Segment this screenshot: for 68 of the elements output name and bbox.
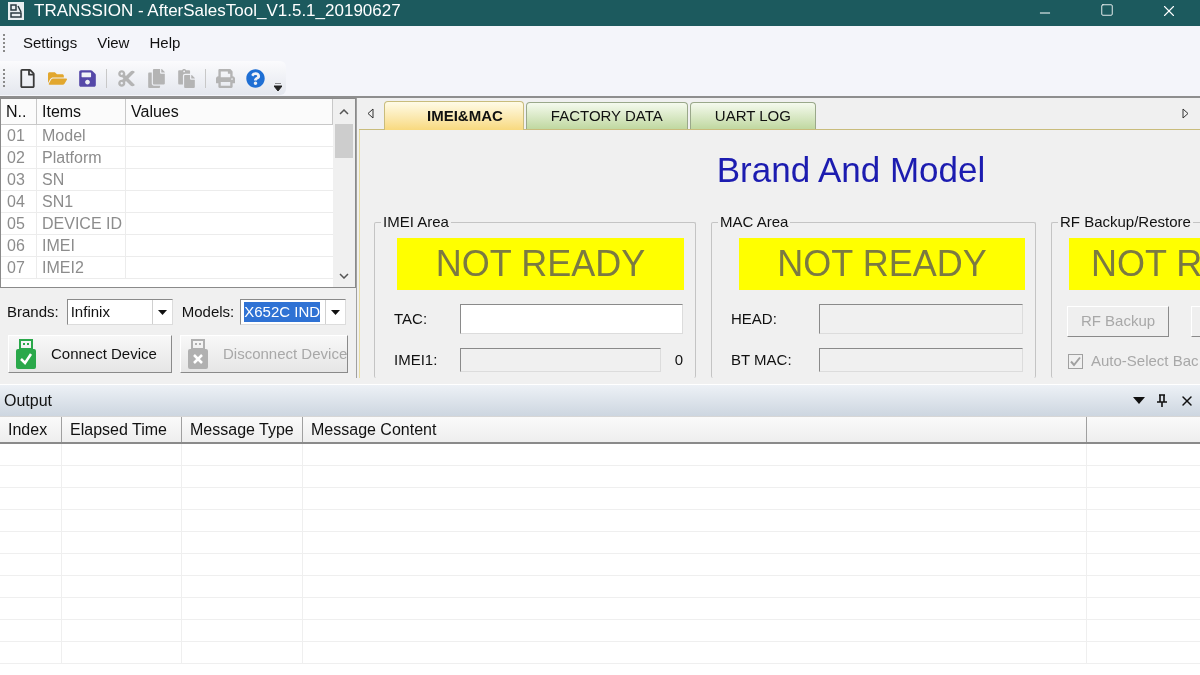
menu-item[interactable]: View [89,31,138,55]
panel-title: Output [4,390,53,411]
column-header[interactable]: Values [131,99,179,124]
model-dropdown[interactable]: X652C IND [240,299,347,325]
help-icon[interactable] [245,68,265,88]
tab[interactable]: UART LOG [689,102,816,129]
save-icon[interactable] [77,68,97,88]
field-counter: 0 [674,349,683,370]
input-field[interactable] [460,304,683,334]
table-cell-text: IMEI2 [42,257,84,278]
checkbox-label: Auto-Select Bac [1091,350,1199,371]
new-file-icon[interactable] [17,68,37,88]
connect-button[interactable]: Connect Device [8,335,172,373]
column-header[interactable]: Message Type [190,417,294,442]
table-cell-text: 07 [7,257,25,278]
window-title: TRANSSION - AfterSalesTool_V1.5.1_20190627 [34,0,401,21]
caret-down-icon[interactable] [331,309,341,315]
table-cell-text: IMEI [42,235,75,256]
menu-item[interactable]: Help [141,31,189,55]
dropdown-value: X652C IND [244,302,321,322]
table-cell-text: 01 [7,125,25,146]
field-label: HEAD: [731,310,777,327]
maximize-icon[interactable] [1100,3,1114,17]
field-label: Models: [181,301,235,322]
scrollbar[interactable] [333,99,355,287]
table-cell-text: 05 [7,213,25,234]
scrollbar-thumb[interactable] [335,124,353,158]
tab[interactable]: IMEI&MAC [384,101,524,130]
scroll-right-icon[interactable] [1181,108,1189,119]
table-cell-text: 04 [7,191,25,212]
toolbar-overflow-icon[interactable] [274,83,282,91]
chevron-up-icon[interactable] [339,109,349,115]
status-banner: NOT READY [739,238,1025,290]
menu-item[interactable]: Settings [15,31,86,55]
field-label: BT MAC: [731,351,792,368]
table-cell-text: DEVICE ID [42,213,122,234]
status-banner: NOT READY [397,238,684,290]
column-header[interactable]: Message Content [311,417,437,442]
table-cell-text: SN [42,169,65,190]
table-cell-text: 03 [7,169,25,190]
table-cell-text: 02 [7,147,25,168]
tab[interactable]: FACTORY DATA [525,102,688,129]
button-edge[interactable] [1191,306,1200,337]
table-cell-text: SN1 [42,191,74,212]
field-label: IMEI1: [394,351,438,368]
column-header[interactable]: Items [42,99,82,124]
pin-icon[interactable] [1157,394,1167,407]
caret-down-icon[interactable] [157,309,167,315]
brand-dropdown[interactable]: Infinix [66,299,173,325]
heading: Brand And Model [716,150,986,191]
field-label: TAC: [394,310,428,327]
column-header[interactable]: Elapsed Time [70,417,167,442]
caret-down-icon[interactable] [1133,397,1145,404]
group-title: IMEI Area [382,214,450,230]
group-title: RF Backup/Restore [1059,214,1192,230]
grip-icon[interactable] [3,33,6,53]
field-label: Brands: [7,301,59,322]
scroll-left-icon[interactable] [366,108,374,119]
column-header[interactable]: N.. [6,99,27,124]
grip-icon[interactable] [3,68,6,88]
table-cell-text: Model [42,125,86,146]
dropdown-value: Infinix [70,302,110,322]
table-cell-text: 06 [7,235,25,256]
group-title: MAC Area [719,214,790,230]
table-cell-text: Platform [42,147,102,168]
app-icon [8,2,24,20]
chevron-down-icon[interactable] [339,273,349,279]
column-header[interactable]: Index [8,417,48,442]
